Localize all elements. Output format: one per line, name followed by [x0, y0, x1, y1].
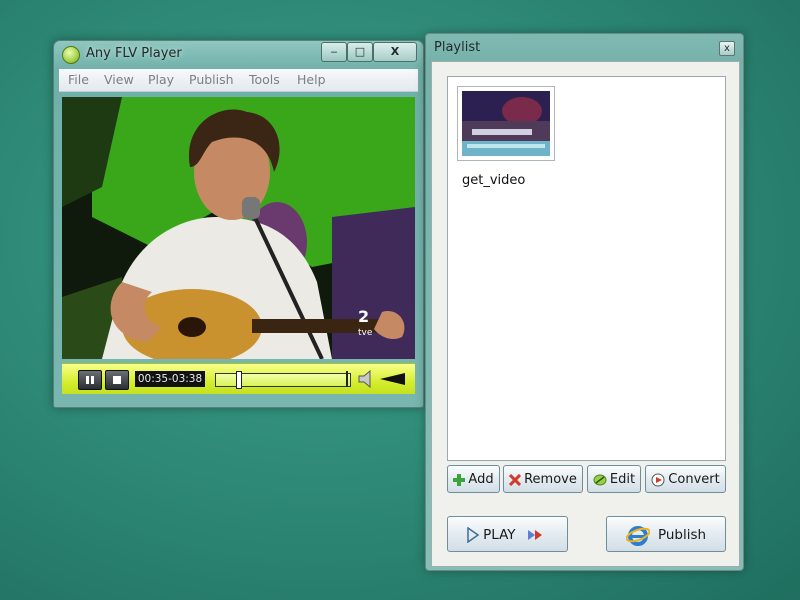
playlist-window: Playlist x get_video Add Remove Edit Con…: [425, 33, 744, 571]
player-window: Any FLV Player ‒ □ X File View Play Publ…: [53, 40, 424, 408]
maximize-button[interactable]: □: [347, 42, 373, 62]
list-item-thumbnail[interactable]: [457, 86, 555, 161]
edit-button-label: Edit: [609, 472, 636, 487]
edit-icon: [593, 474, 607, 485]
pause-icon: [86, 376, 94, 384]
convert-button[interactable]: Convert: [645, 465, 726, 493]
seek-bar[interactable]: [215, 371, 351, 389]
menu-help[interactable]: Help: [297, 72, 326, 87]
window-title: Any FLV Player: [86, 46, 182, 61]
play-button[interactable]: PLAY: [447, 516, 568, 552]
menu-tools[interactable]: Tools: [249, 72, 280, 87]
add-button[interactable]: Add: [447, 465, 500, 493]
menu-publish[interactable]: Publish: [189, 72, 234, 87]
menu-file[interactable]: File: [68, 72, 89, 87]
minimize-button[interactable]: ‒: [321, 42, 347, 62]
playlist-list[interactable]: get_video: [447, 76, 726, 461]
menu-view[interactable]: View: [104, 72, 134, 87]
convert-icon: [651, 473, 665, 486]
remove-button[interactable]: Remove: [503, 465, 583, 493]
remove-button-label: Remove: [524, 472, 577, 487]
playlist-title: Playlist: [434, 40, 481, 55]
menu-bar: File View Play Publish Tools Help: [59, 69, 418, 92]
stop-icon: [113, 376, 121, 384]
seek-end-marker: [346, 371, 348, 387]
close-button[interactable]: X: [373, 42, 417, 62]
video-thumbnail-image: [462, 91, 550, 156]
browser-e-icon: [625, 526, 650, 546]
video-frame-image: 2 tve: [62, 97, 415, 359]
remove-x-icon: [509, 473, 522, 486]
pause-button[interactable]: [78, 370, 102, 390]
add-button-label: Add: [468, 472, 494, 487]
menu-play[interactable]: Play: [148, 72, 174, 87]
convert-button-label: Convert: [668, 472, 720, 487]
time-display: 00:35-03:38: [135, 371, 205, 387]
publish-button-label: Publish: [657, 527, 707, 543]
volume-slider[interactable]: [380, 372, 410, 386]
playlist-panel: get_video Add Remove Edit Convert PLAY P…: [431, 61, 740, 567]
svg-text:tve: tve: [358, 328, 373, 338]
list-item-name[interactable]: get_video: [462, 173, 525, 188]
video-area[interactable]: 2 tve: [62, 97, 415, 359]
speaker-icon[interactable]: [357, 370, 377, 388]
play-icon: [467, 527, 480, 543]
fast-forward-icon: [527, 530, 542, 540]
play-button-label: PLAY: [483, 527, 516, 543]
playlist-close-button[interactable]: x: [719, 41, 735, 56]
publish-button[interactable]: Publish: [606, 516, 726, 552]
app-logo-icon: [62, 46, 80, 64]
plus-icon: [453, 473, 466, 486]
svg-text:2: 2: [358, 307, 369, 326]
stop-button[interactable]: [105, 370, 129, 390]
player-titlebar[interactable]: Any FLV Player ‒ □ X: [54, 41, 423, 67]
edit-button[interactable]: Edit: [587, 465, 641, 493]
playback-controls: 00:35-03:38: [62, 363, 415, 394]
seek-thumb[interactable]: [236, 371, 242, 389]
